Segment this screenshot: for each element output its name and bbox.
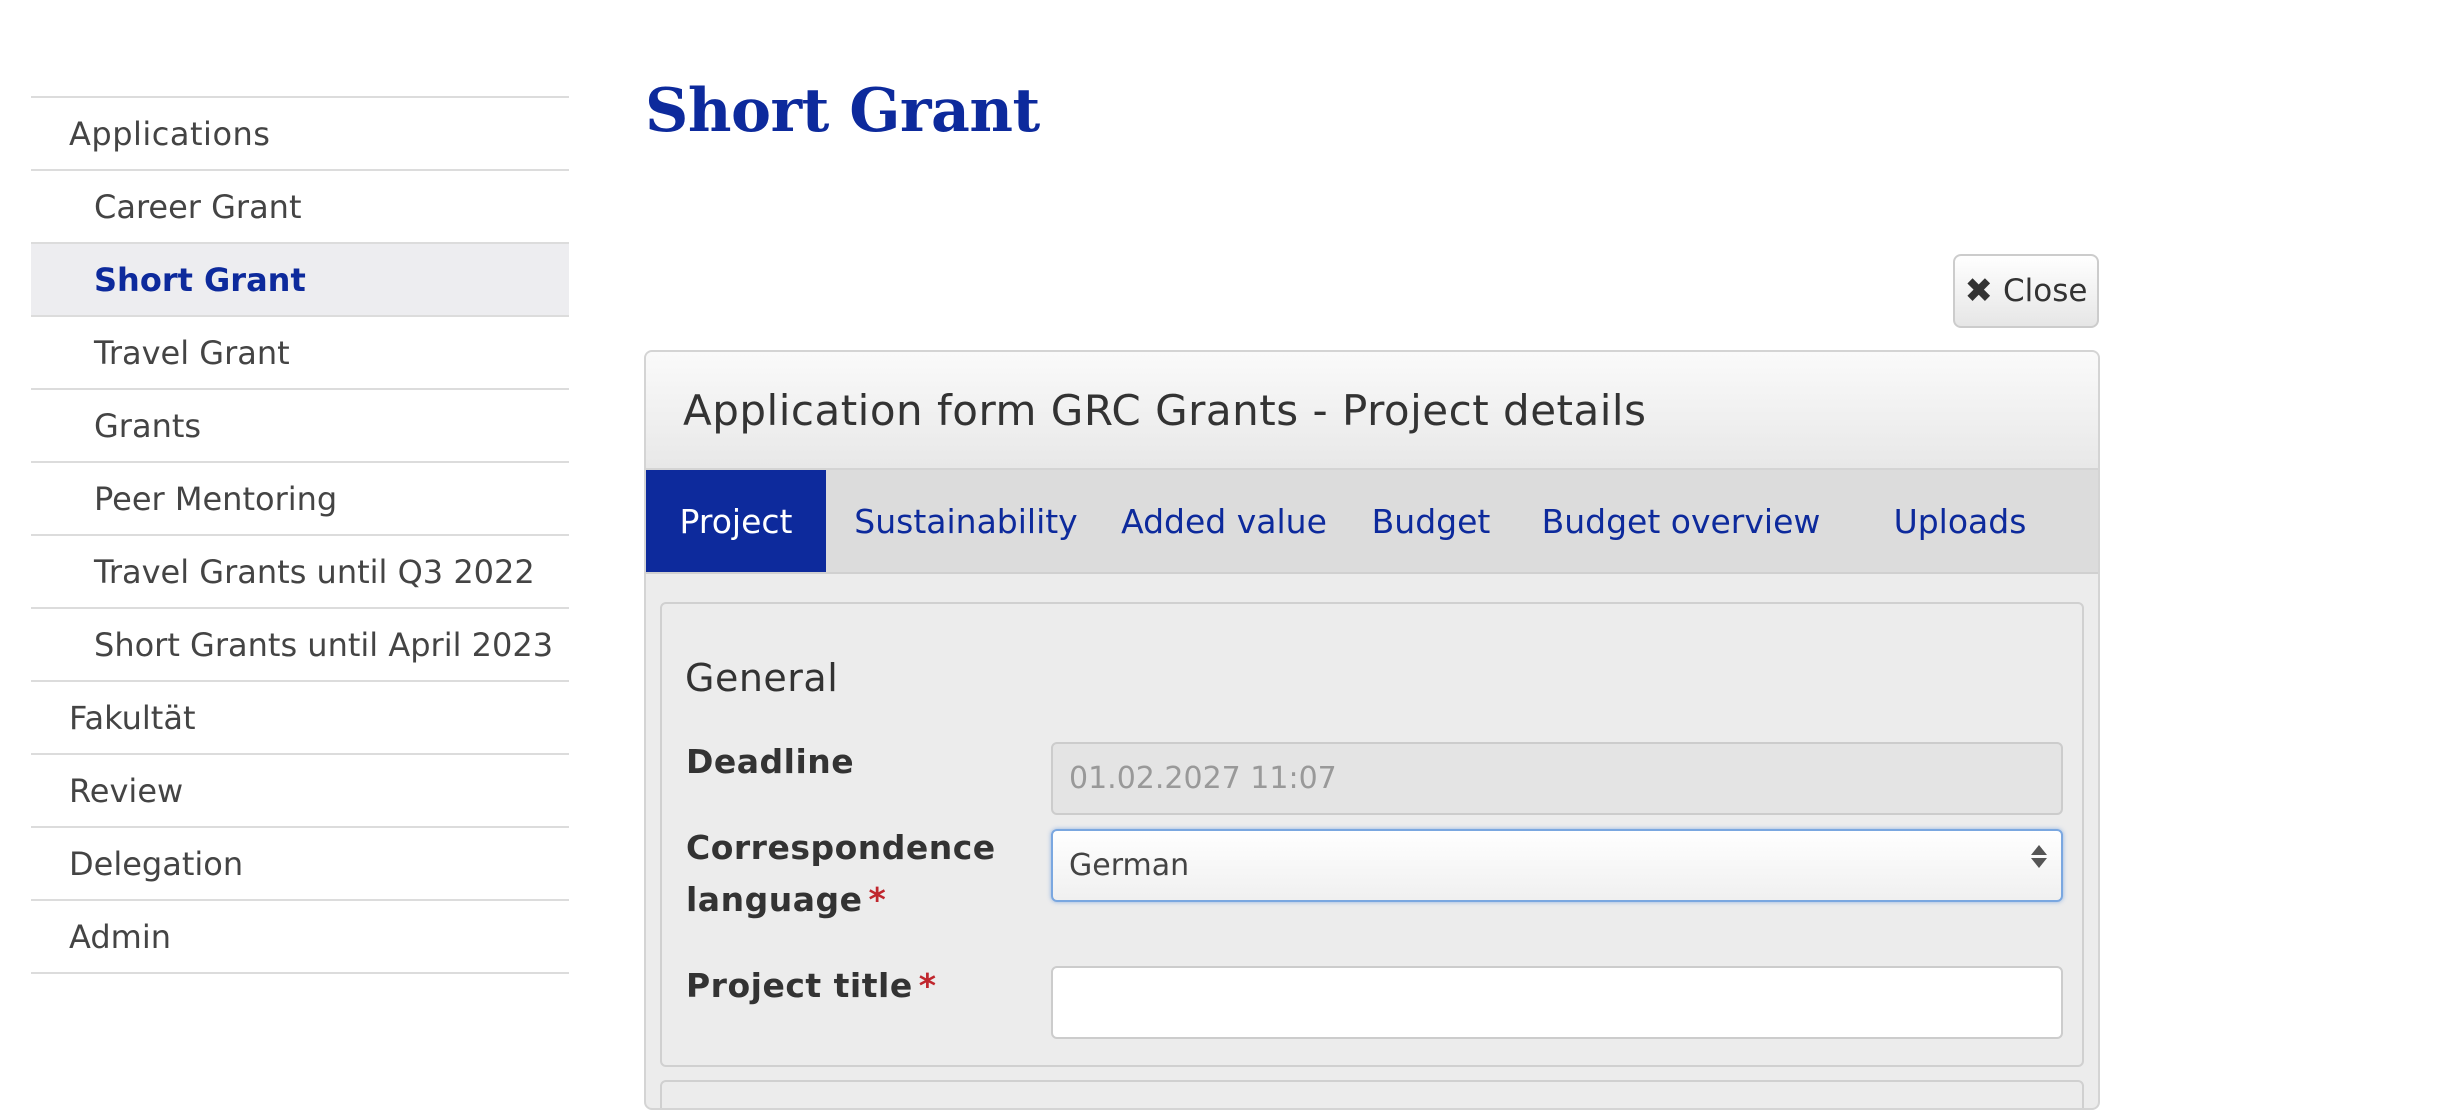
tab-project[interactable]: Project: [646, 470, 826, 572]
sidebar-item-review[interactable]: Review: [31, 755, 569, 828]
sidebar-item-label: Career Grant: [94, 187, 302, 226]
sidebar-item-label: Short Grants until April 2023: [94, 625, 554, 664]
sidebar-item-label: Admin: [69, 917, 171, 956]
sidebar-item-label: Short Grant: [94, 260, 306, 299]
sidebar-item-label: Review: [69, 771, 184, 810]
fieldset-legend: General: [685, 656, 839, 700]
tab-added-value[interactable]: Added value: [1106, 470, 1342, 572]
panel-heading: Application form GRC Grants - Project de…: [646, 352, 2098, 470]
sidebar-item-travel-grants-q3-2022[interactable]: Travel Grants until Q3 2022: [31, 536, 569, 609]
deadline-label-text: Deadline: [686, 742, 855, 781]
sidebar-item-admin[interactable]: Admin: [31, 901, 569, 974]
application-form-panel: Application form GRC Grants - Project de…: [644, 350, 2100, 1110]
project-title-label: Project title *: [686, 960, 936, 1012]
sidebar-item-career-grant[interactable]: Career Grant: [31, 171, 569, 244]
sidebar-item-fakultaet[interactable]: Fakultät: [31, 682, 569, 755]
sidebar-item-short-grants-april-2023[interactable]: Short Grants until April 2023: [31, 609, 569, 682]
tab-budget[interactable]: Budget: [1342, 470, 1520, 572]
sidebar-item-label: Travel Grants until Q3 2022: [94, 552, 535, 591]
sidebar-item-peer-mentoring[interactable]: Peer Mentoring: [31, 463, 569, 536]
page-title: Short Grant: [645, 76, 1040, 146]
required-marker: *: [868, 880, 887, 919]
next-fieldset: [660, 1080, 2084, 1108]
close-button-label: Close: [2003, 273, 2088, 309]
tab-sustainability[interactable]: Sustainability: [826, 470, 1106, 572]
deadline-label: Deadline: [686, 736, 854, 788]
tab-budget-overview[interactable]: Budget overview: [1520, 470, 1842, 572]
sidebar-item-label: Grants: [94, 406, 202, 445]
sidebar-item-label: Applications: [69, 114, 271, 153]
sidebar-item-label: Delegation: [69, 844, 244, 883]
sidebar-nav: Applications Career Grant Short Grant Tr…: [31, 96, 569, 974]
project-title-label-text: Project title: [686, 966, 913, 1005]
sidebar-item-delegation[interactable]: Delegation: [31, 828, 569, 901]
sidebar-item-label: Travel Grant: [94, 333, 290, 372]
close-button[interactable]: ✖ Close: [1953, 254, 2099, 328]
tab-uploads[interactable]: Uploads: [1842, 470, 2078, 572]
sidebar-item-label: Fakultät: [69, 698, 196, 737]
sidebar-item-label: Peer Mentoring: [94, 479, 338, 518]
tab-bar: Project Sustainability Added value Budge…: [646, 470, 2098, 574]
correspondence-language-value: German: [1069, 848, 1190, 883]
close-icon: ✖: [1964, 271, 1994, 311]
sidebar-item-short-grant[interactable]: Short Grant: [31, 244, 569, 317]
deadline-value: 01.02.2027 11:07: [1069, 761, 1337, 796]
general-fieldset: General Deadline 01.02.2027 11:07 Corres…: [660, 602, 2084, 1067]
correspondence-label-line2: language: [686, 880, 863, 919]
correspondence-language-label: Correspondence language *: [686, 822, 996, 926]
required-marker: *: [918, 966, 937, 1005]
correspondence-label-line1: Correspondence: [686, 828, 996, 867]
sidebar-item-travel-grant[interactable]: Travel Grant: [31, 317, 569, 390]
correspondence-language-select[interactable]: German: [1051, 829, 2063, 902]
sidebar-item-applications[interactable]: Applications: [31, 98, 569, 171]
sidebar-item-grants[interactable]: Grants: [31, 390, 569, 463]
select-arrows-icon: [2031, 845, 2047, 868]
deadline-field: 01.02.2027 11:07: [1051, 742, 2063, 815]
project-title-input[interactable]: [1051, 966, 2063, 1039]
